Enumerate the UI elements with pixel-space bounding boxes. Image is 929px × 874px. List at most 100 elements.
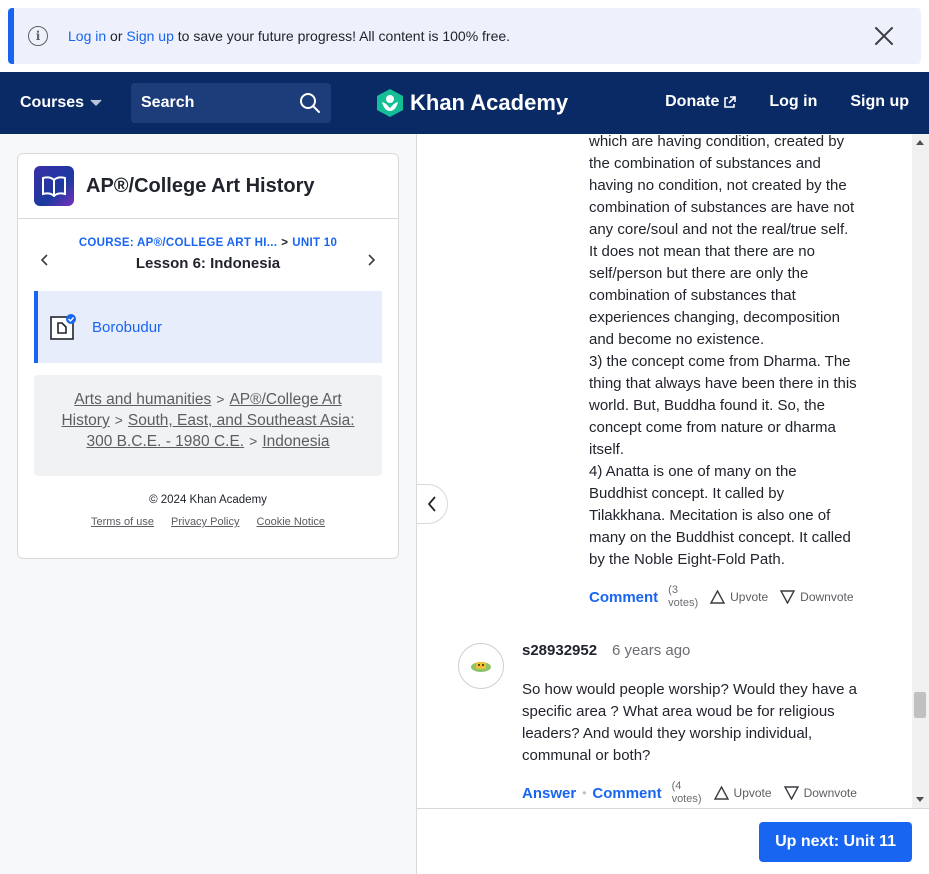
info-icon: i xyxy=(28,26,48,46)
lesson-item-borobudur[interactable]: Borobudur xyxy=(34,291,382,363)
footer-links: Terms of use Privacy Policy Cookie Notic… xyxy=(18,516,398,528)
terms-link[interactable]: Terms of use xyxy=(91,516,154,528)
sidebar: AP®/College Art History COURSE: AP®/COLL… xyxy=(0,134,416,874)
course-card: AP®/College Art History COURSE: AP®/COLL… xyxy=(17,153,399,559)
question-actions: Answer • Comment (4 votes) Upvote Downvot… xyxy=(522,780,857,806)
scroll-thumb[interactable] xyxy=(914,692,926,718)
upvote-label: Upvote xyxy=(730,590,769,604)
avatar-icon xyxy=(471,662,491,672)
header-links: Donate Log in Sign up xyxy=(665,93,909,111)
privacy-link[interactable]: Privacy Policy xyxy=(171,516,239,528)
answer-line: concept come from nature or dharma xyxy=(589,419,836,436)
khan-logo-icon xyxy=(377,89,403,117)
cookie-link[interactable]: Cookie Notice xyxy=(257,516,325,528)
book-icon xyxy=(34,166,74,206)
upvote-icon xyxy=(713,786,729,800)
upvote-button[interactable]: Upvote xyxy=(713,786,772,800)
downvote-icon xyxy=(780,590,796,604)
vote-count-bottom: votes) xyxy=(668,597,699,609)
banner-rest-text: to save your future progress! All conten… xyxy=(177,28,511,44)
downvote-button[interactable]: Downvote xyxy=(783,786,857,800)
lesson-nav: COURSE: AP®/COLLEGE ART HI... > UNIT 10 Le… xyxy=(18,219,398,291)
answer-line: any core/soul and not the real/true self… xyxy=(589,221,849,238)
topic-sep: > xyxy=(249,433,258,449)
answer-line: Tilakkhana. Mecitation is also one of xyxy=(589,507,831,524)
answer-line: combination of substances are have not xyxy=(589,199,855,216)
scroll-down-arrow[interactable] xyxy=(916,797,924,802)
crumb-sep: > xyxy=(281,237,289,249)
collapse-sidebar-button[interactable] xyxy=(417,484,448,524)
answer-line: combination of substances that xyxy=(589,287,796,304)
up-next-button[interactable]: Up next: Unit 11 xyxy=(759,822,912,862)
vote-count-bottom: votes) xyxy=(671,793,702,805)
breadcrumb: COURSE: AP®/COLLEGE ART HI... > UNIT 10 xyxy=(18,237,398,249)
post-time: 6 years ago xyxy=(612,642,691,659)
answer-line: itself. xyxy=(589,441,625,458)
chevron-down-icon xyxy=(90,99,102,107)
chevron-left-icon xyxy=(427,496,436,512)
close-icon[interactable] xyxy=(873,25,895,47)
answer-line: having no condition, not created by the xyxy=(589,177,847,194)
course-header: AP®/College Art History xyxy=(18,154,398,219)
answer-line: self/person but there are only the xyxy=(589,265,809,282)
topic-link-lesson[interactable]: Indonesia xyxy=(262,433,329,450)
upvote-button[interactable]: Upvote xyxy=(710,590,768,604)
answer-text: which are having condition, created by t… xyxy=(589,134,879,571)
login-link[interactable]: Log in xyxy=(769,93,817,111)
answer-line: which are having condition, created by xyxy=(589,134,845,150)
search-icon[interactable] xyxy=(299,92,321,114)
answer-button[interactable]: Answer xyxy=(522,785,576,802)
top-nav: Courses Search Khan Academy Donate Log i… xyxy=(0,72,929,134)
banner-signup-link[interactable]: Sign up xyxy=(126,28,173,44)
answer-line: thing that always have been there in thi… xyxy=(589,375,857,392)
lesson-title: Lesson 6: Indonesia xyxy=(135,255,281,272)
crumb-unit-link[interactable]: UNIT 10 xyxy=(292,237,337,249)
vote-count: (3 votes) xyxy=(668,584,698,610)
question-text: So how would people worship? Would they … xyxy=(522,681,857,764)
answer-line: world. But, Buddha found it. So, the xyxy=(589,397,825,414)
username[interactable]: s28932952 xyxy=(522,642,597,659)
topic-sep: > xyxy=(114,412,123,428)
comment-button[interactable]: Comment xyxy=(592,785,661,802)
downvote-icon xyxy=(783,786,799,800)
discussion-panel: which are having condition, created by t… xyxy=(416,134,929,808)
donate-link[interactable]: Donate xyxy=(665,93,737,111)
course-title[interactable]: AP®/College Art History xyxy=(86,175,314,198)
answer-line: experiences changing, decomposition xyxy=(589,309,840,326)
banner-login-link[interactable]: Log in xyxy=(68,28,106,44)
comment-button[interactable]: Comment xyxy=(589,589,658,606)
topic-sep: > xyxy=(216,391,225,407)
downvote-button[interactable]: Downvote xyxy=(780,590,854,604)
article-check-icon xyxy=(50,314,76,340)
vote-count: (4 votes) xyxy=(672,780,702,806)
upvote-icon xyxy=(710,590,726,604)
courses-menu[interactable]: Courses xyxy=(20,94,102,112)
logo-text: Khan Academy xyxy=(410,90,569,115)
topic-breadcrumb: Arts and humanities > AP®/College Art Hist… xyxy=(34,375,382,476)
khan-academy-logo[interactable]: Khan Academy xyxy=(376,88,568,118)
external-link-icon xyxy=(724,95,737,108)
vote-count-top: (4 xyxy=(671,780,682,792)
scroll-up-arrow[interactable] xyxy=(916,140,924,145)
answer-line: many on the Buddhist concept. It called xyxy=(589,529,851,546)
answer-line: It does not mean that there are no xyxy=(589,243,815,260)
answer-actions: Comment (3 votes) Upvote Downvote xyxy=(589,584,854,610)
bottom-bar: Up next: Unit 11 xyxy=(416,808,929,874)
answer-line: Buddhist concept. It called by xyxy=(589,485,785,502)
answer-line: 4) Anatta is one of many on the xyxy=(589,463,797,480)
answer-line: by the Noble Eight-Fold Path. xyxy=(589,551,785,568)
login-banner: i Log in or Sign up to save your future … xyxy=(8,8,921,64)
avatar xyxy=(458,643,504,689)
scrollbar[interactable] xyxy=(912,134,929,808)
signup-link[interactable]: Sign up xyxy=(850,93,909,111)
search-input[interactable]: Search xyxy=(131,83,331,123)
copyright: © 2024 Khan Academy xyxy=(149,494,267,506)
chevron-right-icon[interactable] xyxy=(364,253,378,267)
upvote-label: Upvote xyxy=(733,786,772,800)
search-placeholder: Search xyxy=(141,94,195,111)
answer-line: the combination of substances and xyxy=(589,155,821,172)
donate-label: Donate xyxy=(665,93,720,110)
crumb-course-link[interactable]: COURSE: AP®/COLLEGE ART HI... xyxy=(79,237,277,249)
topic-link-arts[interactable]: Arts and humanities xyxy=(74,391,211,408)
courses-label: Courses xyxy=(20,94,85,111)
